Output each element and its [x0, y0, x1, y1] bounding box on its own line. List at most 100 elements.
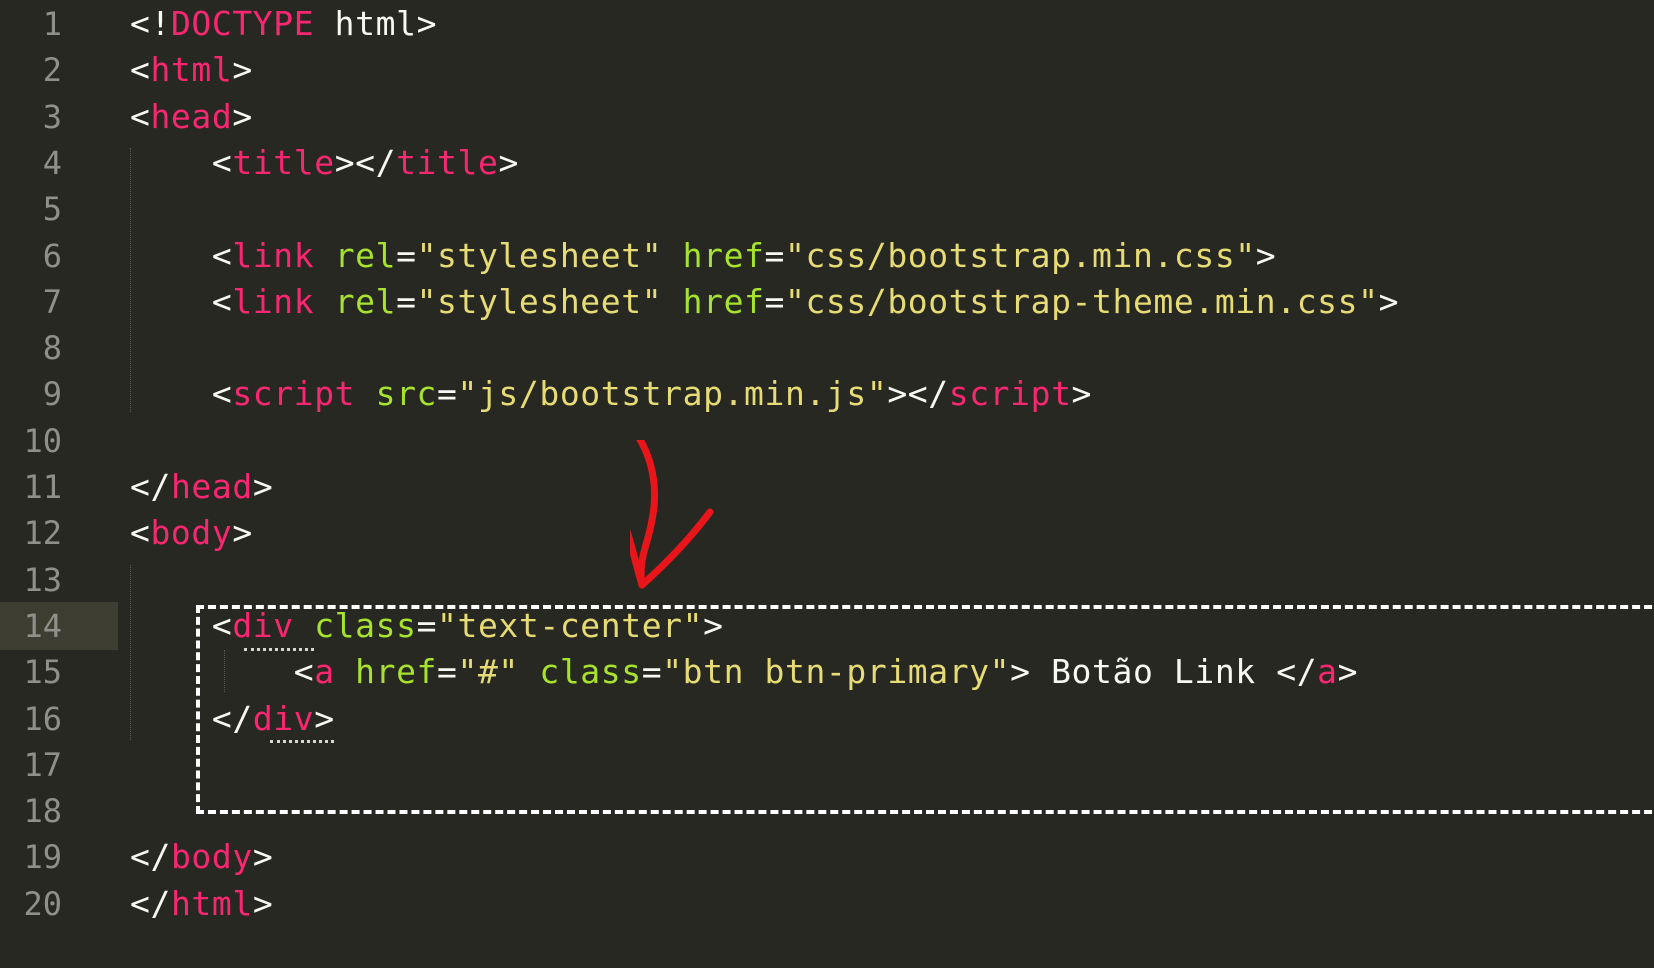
code-line[interactable]: 2 <html>: [0, 46, 1654, 94]
line-number: 3: [42, 97, 62, 136]
code-token: href: [682, 281, 765, 321]
code-token: html: [170, 883, 253, 923]
code-token: >: [232, 513, 253, 553]
code-token: html: [314, 4, 417, 43]
code-line[interactable]: 7 <link rel="stylesheet" href="css/boots…: [0, 278, 1654, 326]
code-line[interactable]: 8: [0, 324, 1654, 372]
code-token: src: [375, 374, 438, 414]
code-token: <: [130, 50, 151, 90]
code-text[interactable]: <link rel="stylesheet" href="css/bootstr…: [130, 232, 1276, 280]
code-token: title: [396, 142, 499, 182]
code-token: <: [130, 142, 233, 182]
code-token: head: [150, 96, 233, 136]
code-line[interactable]: 4 <title></title>: [0, 139, 1654, 187]
code-token: =: [764, 281, 785, 321]
code-line[interactable]: 13: [0, 556, 1654, 604]
line-number: 6: [42, 236, 62, 275]
code-token: body: [170, 837, 253, 877]
line-number: 9: [42, 375, 62, 414]
code-token: ></: [887, 374, 949, 414]
line-number: 5: [42, 190, 62, 229]
code-token: html: [150, 50, 233, 90]
code-text[interactable]: <head>: [130, 93, 253, 141]
code-token: title: [232, 142, 335, 182]
code-token: =: [396, 235, 417, 275]
line-number: 11: [23, 468, 62, 506]
code-line[interactable]: 19 </body>: [0, 833, 1654, 881]
code-line[interactable]: 11 </head>: [0, 463, 1654, 511]
code-token: rel: [334, 235, 397, 275]
code-token: >: [1071, 374, 1093, 414]
code-line[interactable]: 1 <!DOCTYPE html>: [0, 0, 1654, 48]
indent-guide: [130, 148, 131, 412]
line-number: 17: [23, 745, 62, 784]
indent-guide: [130, 565, 131, 740]
line-number: 15: [23, 653, 62, 692]
line-number: 8: [42, 329, 62, 368]
code-token: "stylesheet": [416, 235, 663, 275]
code-text[interactable]: <!DOCTYPE html>: [130, 0, 437, 48]
line-number: 19: [23, 838, 62, 877]
code-token: >: [252, 883, 274, 923]
code-token: link: [232, 235, 315, 275]
code-text[interactable]: <title></title>: [130, 139, 519, 187]
code-token: </: [130, 883, 171, 923]
code-text[interactable]: <body>: [130, 509, 253, 557]
code-line[interactable]: 12 <body>: [0, 509, 1654, 557]
code-text[interactable]: </html>: [130, 880, 273, 928]
code-token: >: [416, 4, 438, 43]
code-text[interactable]: <script src="js/bootstrap.min.js"></scri…: [130, 370, 1092, 418]
code-line[interactable]: 10: [0, 417, 1654, 465]
code-editor[interactable]: 1 <!DOCTYPE html> 2 <html> 3 <head> 4 <title><…: [0, 0, 1654, 968]
line-number: 7: [42, 282, 62, 321]
code-text[interactable]: </body>: [130, 833, 273, 881]
code-token: >: [232, 50, 253, 90]
code-token: >: [252, 467, 274, 506]
code-text[interactable]: <html>: [130, 46, 253, 94]
code-text[interactable]: </head>: [130, 463, 273, 511]
code-token: "js/bootstrap.min.js": [457, 374, 888, 414]
line-number: 16: [23, 699, 62, 738]
dashed-highlight-box: [196, 605, 1654, 814]
code-token: script: [948, 374, 1072, 414]
code-token: "css/bootstrap.min.css": [785, 235, 1256, 275]
code-line[interactable]: 20 </html>: [0, 880, 1654, 928]
line-number: 1: [42, 5, 62, 43]
line-number: 14: [23, 606, 62, 645]
code-token: DOCTYPE: [170, 4, 315, 43]
line-number: 13: [23, 560, 62, 599]
code-token: "stylesheet": [416, 281, 663, 321]
line-number: 10: [23, 421, 62, 460]
code-line[interactable]: 6 <link rel="stylesheet" href="css/boots…: [0, 232, 1654, 280]
code-token: >: [1378, 281, 1400, 321]
code-token: </: [130, 837, 171, 877]
code-token: link: [232, 281, 315, 321]
code-token: ></: [334, 142, 397, 182]
code-token: "css/bootstrap-theme.min.css": [785, 281, 1379, 321]
code-token: head: [170, 467, 253, 506]
code-line[interactable]: 9 <script src="js/bootstrap.min.js"></sc…: [0, 370, 1654, 418]
code-token: script: [232, 374, 356, 414]
code-token: </: [130, 467, 171, 506]
line-number: 4: [42, 143, 62, 182]
code-token: body: [150, 513, 233, 553]
code-token: <: [130, 513, 151, 553]
code-token: >: [232, 96, 253, 136]
code-token: <: [130, 374, 233, 414]
code-line[interactable]: 3 <head>: [0, 93, 1654, 141]
red-arrow-icon: [630, 440, 714, 589]
line-number: 12: [23, 514, 62, 553]
code-line[interactable]: 5: [0, 185, 1654, 233]
code-text[interactable]: <link rel="stylesheet" href="css/bootstr…: [130, 278, 1399, 326]
code-token: <: [130, 235, 233, 275]
code-token: <: [130, 281, 233, 321]
code-token: href: [682, 235, 765, 275]
code-token: >: [252, 837, 274, 877]
code-token: =: [396, 281, 417, 321]
code-token: <: [130, 96, 151, 136]
code-token: >: [498, 142, 519, 182]
